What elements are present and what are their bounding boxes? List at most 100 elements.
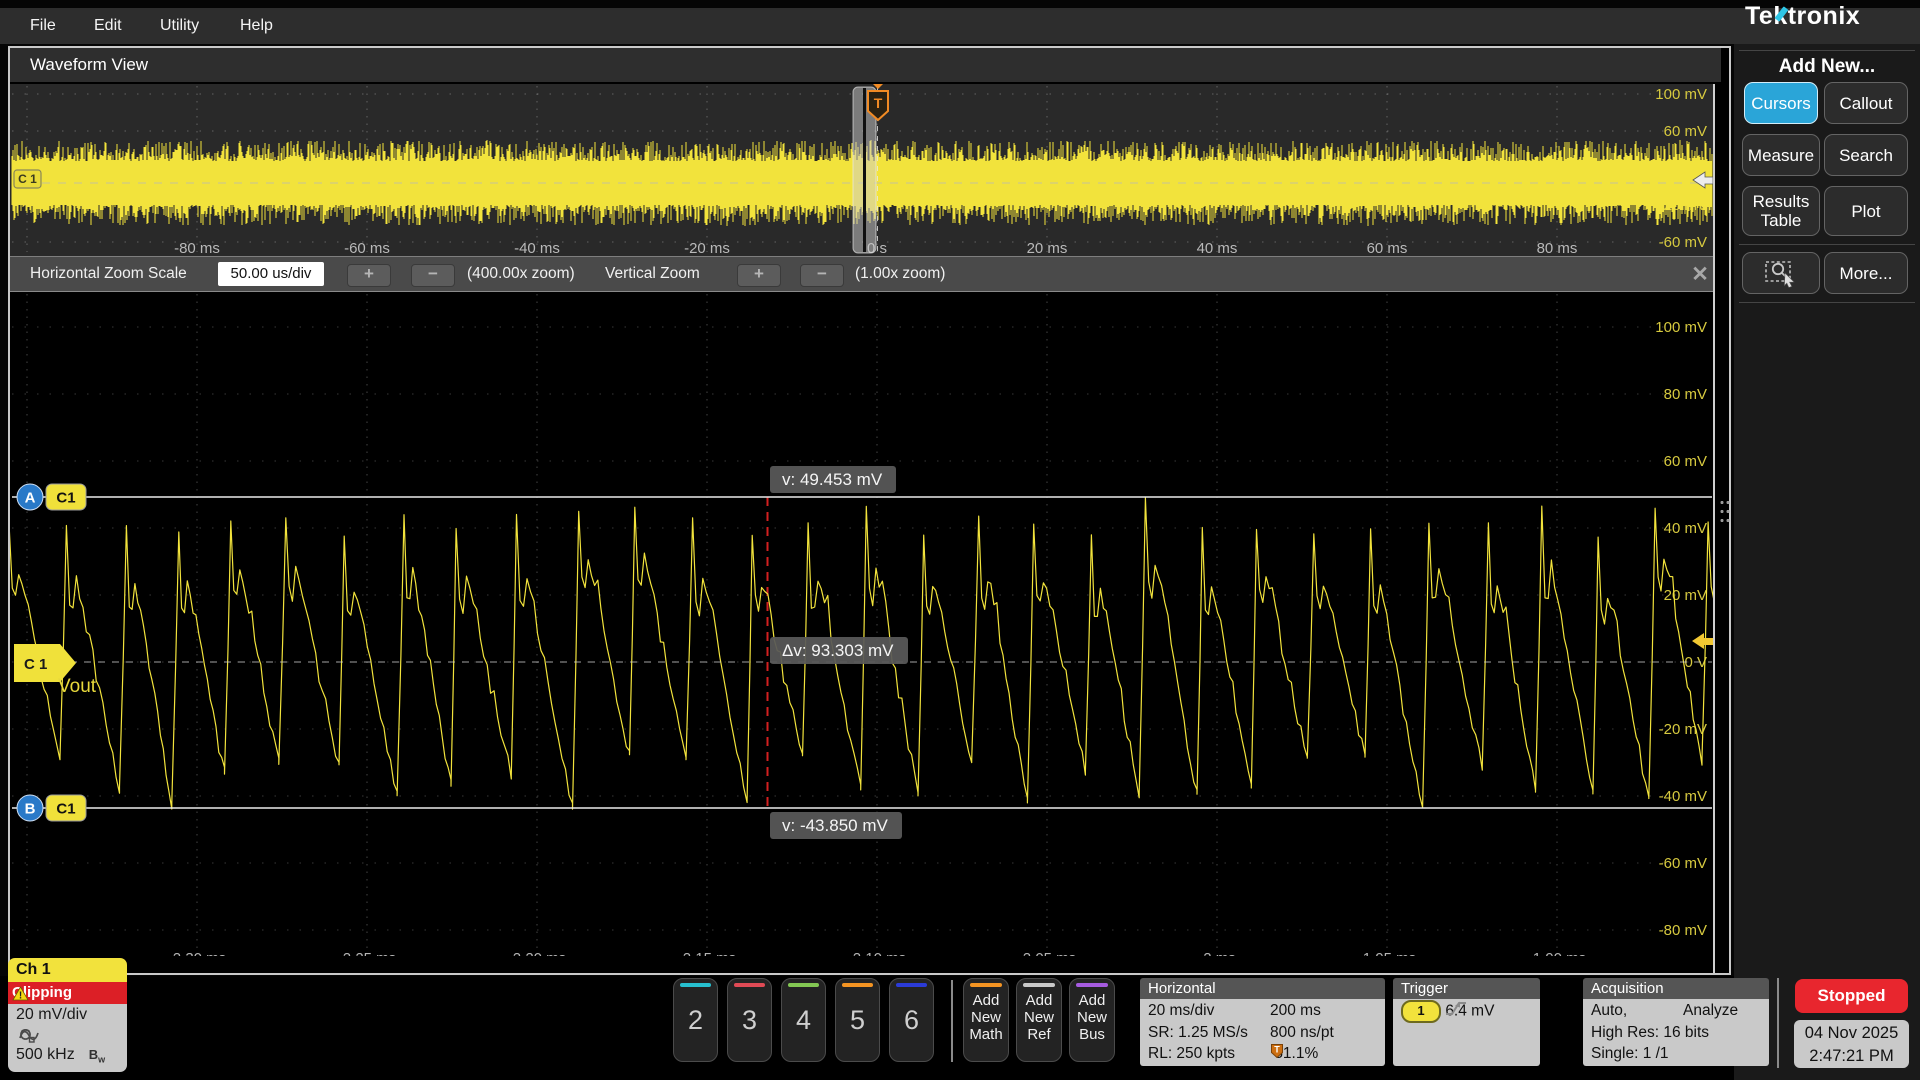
main-time-label: -2.20 ms (508, 950, 566, 956)
overview-time-label: -40 ms (514, 240, 560, 256)
main-time-label: -1.90 ms (1528, 950, 1586, 956)
add-search-button[interactable]: Search (1824, 134, 1908, 176)
graticule-right-border (1713, 84, 1715, 973)
h-zoom-out-button[interactable]: − (411, 264, 455, 287)
bus-color (1076, 983, 1108, 987)
h-zoom-scale-input[interactable]: 50.00 us/div (218, 262, 324, 286)
menu-file[interactable]: File (30, 8, 56, 44)
channel-1-scale: 20 mV/div (16, 1006, 88, 1023)
main-time-label: -2.10 ms (848, 950, 906, 956)
bottom-separator (1777, 978, 1779, 1068)
sidebar-divider (1739, 50, 1915, 51)
main-time-label: -2.30 ms (168, 950, 226, 956)
svg-text:T: T (1274, 1045, 1280, 1055)
acquisition-title: Acquisition (1583, 978, 1769, 999)
zoom-select-button[interactable] (1742, 252, 1820, 294)
main-time-label: -2.05 ms (1018, 950, 1076, 956)
zoom-close-icon[interactable]: ✕ (1686, 261, 1714, 289)
main-time-label: -2.25 ms (338, 950, 396, 956)
channel-3-button[interactable]: 3 (727, 978, 772, 1062)
acquisition-panel[interactable]: Acquisition Auto, Analyze High Res: 16 bi… (1583, 978, 1769, 1066)
add-new-ref-button[interactable]: Add New Ref (1016, 978, 1062, 1062)
menu-edit[interactable]: Edit (94, 8, 122, 44)
channel-2-button[interactable]: 2 (673, 978, 718, 1062)
overview-channel-badge: C 1 (13, 169, 42, 189)
datetime-display[interactable]: 04 Nov 2025 2:47:21 PM (1794, 1020, 1909, 1068)
channel-2-color (680, 983, 711, 987)
zoom-select-icon (1765, 261, 1795, 288)
channel-5-button[interactable]: 5 (835, 978, 880, 1062)
bottom-separator (951, 980, 953, 1062)
main-volt-label: -80 mV (1659, 922, 1707, 939)
ac-coupling-icon (19, 1030, 39, 1040)
overview-time-label: 80 ms (1537, 240, 1578, 256)
svg-text:C 1: C 1 (18, 172, 37, 186)
main-time-label: -1.95 ms (1358, 950, 1416, 956)
channel-1-bandwidth: 500 kHz (16, 1046, 75, 1063)
main-graticule: -2.30 ms -2.25 ms -2.20 ms -2.15 ms -2.10 ms… (10, 292, 1713, 956)
add-more-button[interactable]: More... (1824, 252, 1908, 294)
main-volt-label: 40 mV (1664, 520, 1707, 537)
svg-text:!: ! (19, 990, 22, 1001)
channel-6-button[interactable]: 6 (889, 978, 934, 1062)
channel-4-button[interactable]: 4 (781, 978, 826, 1062)
add-callout-button[interactable]: Callout (1824, 82, 1908, 124)
add-measure-button[interactable]: Measure (1742, 134, 1820, 176)
cursor-a-badge[interactable]: A C1 (16, 483, 87, 511)
svg-text:B: B (25, 801, 36, 818)
overview-time-label: 20 ms (1027, 240, 1068, 256)
horizontal-panel[interactable]: Horizontal 20 ms/div 200 ms SR: 1.25 MS/s… (1140, 978, 1385, 1066)
main-volt-label: -20 mV (1659, 721, 1707, 738)
main-time-label: -2 ms (1198, 950, 1236, 956)
cursor-delta-readout: Δv: 93.303 mV (770, 637, 908, 664)
v-zoom-readout: (1.00x zoom) (855, 265, 946, 282)
overview-time-label: -60 ms (344, 240, 390, 256)
overview-volt-label: -60 mV (1659, 234, 1707, 251)
menu-utility[interactable]: Utility (160, 8, 199, 44)
channel-4-color (788, 983, 819, 987)
panel-title: Waveform View (30, 55, 149, 74)
rising-edge-icon (1446, 1001, 1467, 1015)
panel-drag-handle[interactable] (1719, 498, 1731, 524)
sidebar-divider (1739, 302, 1915, 303)
add-new-title: Add New... (1778, 56, 1876, 77)
math-color (970, 983, 1002, 987)
v-zoom-out-button[interactable]: − (800, 264, 844, 287)
tektronix-logo: Tektronix (1745, 2, 1861, 30)
h-zoom-in-button[interactable]: + (347, 264, 391, 287)
overview-volt-label: 60 mV (1664, 123, 1707, 140)
add-plot-button[interactable]: Plot (1824, 186, 1908, 236)
channel-1-name: Ch 1 (8, 958, 127, 982)
add-cursors-button[interactable]: Cursors (1744, 82, 1818, 124)
overview-time-label: 40 ms (1197, 240, 1238, 256)
add-new-bus-button[interactable]: Add New Bus (1069, 978, 1115, 1062)
v-zoom-label: Vertical Zoom (605, 265, 700, 282)
add-new-math-button[interactable]: Add New Math (963, 978, 1009, 1062)
v-zoom-in-button[interactable]: + (737, 264, 781, 287)
bandwidth-limit-icon: Bw (88, 1047, 106, 1065)
waveform-label: Vout (58, 676, 97, 697)
channel-1-badge[interactable]: Ch 1 ! Clipping 20 mV/div 500 kHz Bw (8, 958, 127, 1072)
main-volt-label: 60 mV (1664, 453, 1707, 470)
sidebar: Add New... Cursors Callout Measure Searc… (1734, 44, 1920, 1080)
main-volt-label: -40 mV (1659, 788, 1707, 805)
h-zoom-scale-label: Horizontal Zoom Scale (30, 265, 187, 282)
trigger-title: Trigger (1393, 978, 1540, 999)
main-volt-label: 80 mV (1664, 386, 1707, 403)
overview-time-label: -80 ms (174, 240, 220, 256)
warning-icon: ! (12, 985, 29, 1001)
clipping-warning: ! Clipping (8, 982, 127, 1004)
main-volt-label: 100 mV (1655, 319, 1707, 336)
svg-text:C 1: C 1 (24, 656, 47, 673)
overview-graticule: -80 ms-60 ms-40 ms-20 ms0 s20 ms40 ms60 … (10, 84, 1713, 256)
ref-color (1023, 983, 1055, 987)
run-stop-status[interactable]: Stopped (1795, 979, 1908, 1013)
trigger-panel[interactable]: Trigger 1 6.4 mV (1393, 978, 1540, 1066)
trigger-position-icon: T (1271, 1044, 1283, 1059)
panel-title-bar: Waveform View (10, 48, 1721, 82)
menu-bar: File Edit Utility Help (0, 8, 1920, 44)
menu-help[interactable]: Help (240, 8, 273, 44)
cursor-a-readout: v: 49.453 mV (770, 466, 897, 493)
add-results-table-button[interactable]: Results Table (1742, 186, 1820, 236)
cursor-b-badge[interactable]: B C1 (16, 794, 87, 822)
